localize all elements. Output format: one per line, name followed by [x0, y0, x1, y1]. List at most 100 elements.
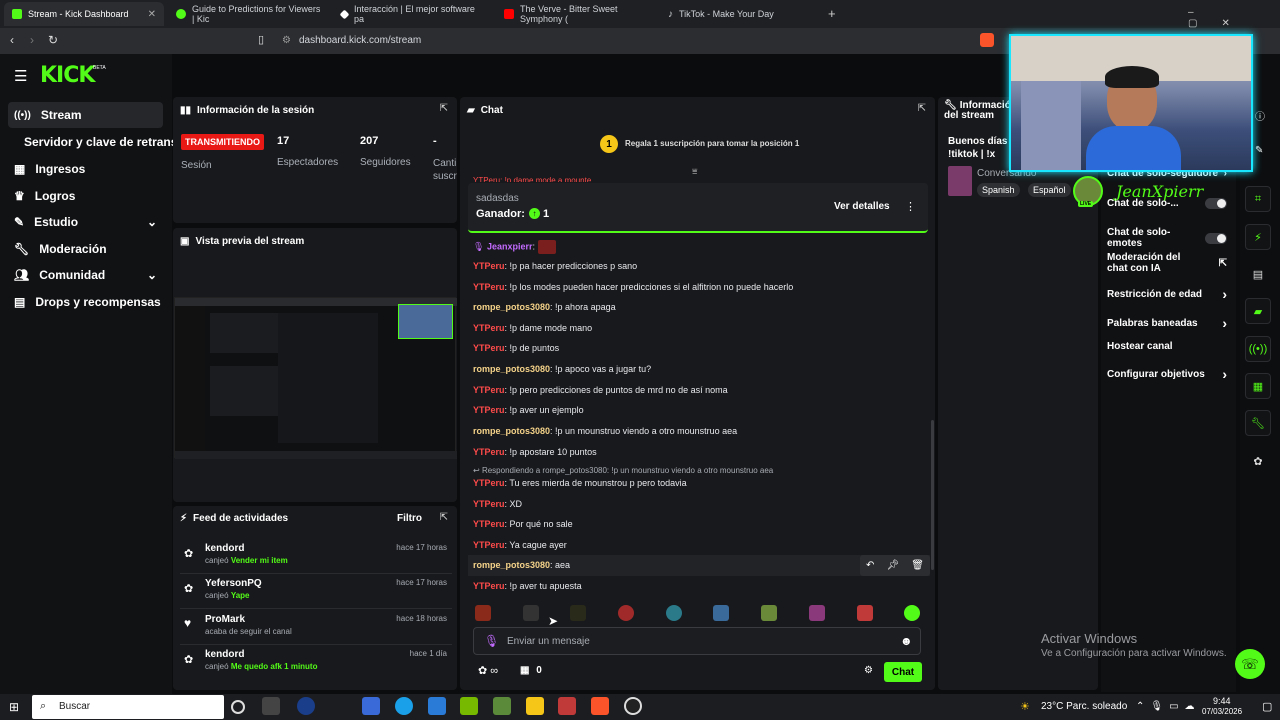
- task-view-icon[interactable]: [262, 697, 280, 715]
- app-icon[interactable]: [297, 697, 315, 715]
- cortana-icon[interactable]: [231, 700, 245, 714]
- tag-spanish[interactable]: Spanish: [977, 183, 1020, 197]
- sidebar-item-comunidad[interactable]: 👥︎ Comunidad ⌄: [8, 262, 163, 288]
- emote[interactable]: [475, 605, 491, 621]
- broadcast-icon[interactable]: ((•)): [1245, 336, 1271, 362]
- feed-user[interactable]: kendord: [205, 649, 244, 660]
- feed-user[interactable]: kendord: [205, 543, 244, 554]
- chat-username[interactable]: rompe_potos3080: [473, 560, 550, 570]
- document-icon[interactable]: ▤: [1245, 261, 1271, 287]
- toggle-switch[interactable]: [1205, 232, 1227, 244]
- chat-username[interactable]: YTPeru: [473, 581, 505, 591]
- bolt-icon[interactable]: ⚡︎: [1245, 224, 1271, 250]
- flower-icon[interactable]: ✿: [1245, 448, 1271, 474]
- popout-icon[interactable]: ⇱: [440, 512, 448, 523]
- sidebar-item-drops[interactable]: ▤ Drops y recompensas: [8, 289, 163, 315]
- emote[interactable]: [523, 605, 539, 621]
- pin-toggle-icon[interactable]: ⩸: [692, 166, 697, 177]
- nvidia-icon[interactable]: [460, 697, 478, 715]
- emote[interactable]: [857, 605, 873, 621]
- taskbar-search[interactable]: ⌕ Buscar: [32, 695, 224, 719]
- chat-username[interactable]: rompe_potos3080: [473, 426, 550, 436]
- tab-kick-dashboard[interactable]: Stream - Kick Dashboard ✕: [4, 2, 164, 26]
- close-icon[interactable]: ✕: [148, 9, 156, 20]
- bookmark-icon[interactable]: ▯: [258, 33, 264, 46]
- setting-banned-words[interactable]: Palabras baneadas ›: [1107, 315, 1227, 331]
- reload-icon[interactable]: ↻: [48, 33, 58, 47]
- tag-espanol[interactable]: Español: [1028, 183, 1071, 197]
- chat-username[interactable]: YTPeru: [473, 323, 505, 333]
- sidebar-item-moderacion[interactable]: 🔧︎ Moderación: [8, 236, 163, 262]
- settings-icon[interactable]: ⚙: [864, 665, 873, 676]
- emoji-icon[interactable]: ☻: [900, 634, 913, 648]
- weather-text[interactable]: 23°C Parc. soleado: [1041, 701, 1127, 712]
- obs-icon[interactable]: [624, 697, 642, 715]
- filter-button[interactable]: Filtro: [397, 513, 422, 524]
- points-display[interactable]: ✿ ∞: [478, 664, 498, 677]
- emote[interactable]: [618, 605, 634, 621]
- clock-date[interactable]: 07/03/2026: [1202, 707, 1242, 716]
- chat-username[interactable]: YTPeru: [473, 405, 505, 415]
- app-icon[interactable]: [558, 697, 576, 715]
- chat-username[interactable]: YTPeru: [473, 447, 505, 457]
- sidebar-item-stream[interactable]: ((•)) Stream: [8, 102, 163, 128]
- webcam-feed[interactable]: [1009, 34, 1253, 172]
- setting-host-channel[interactable]: Hostear canal: [1107, 341, 1227, 352]
- setting-age-restriction[interactable]: Restricción de edad ›: [1107, 286, 1227, 302]
- brave-icon[interactable]: [980, 33, 994, 47]
- site-info-icon[interactable]: ⚙: [282, 35, 291, 46]
- stream-title[interactable]: Buenos días !tiktok | !x: [948, 135, 1008, 161]
- notifications-icon[interactable]: ▢: [1262, 700, 1272, 713]
- tab-guide-predictions[interactable]: Guide to Predictions for Viewers | Kic: [168, 2, 330, 26]
- emote[interactable]: [809, 605, 825, 621]
- emote[interactable]: [904, 605, 920, 621]
- edit-icon[interactable]: ✎: [1255, 145, 1263, 156]
- sidebar-item-ingresos[interactable]: ▦ Ingresos: [8, 156, 163, 182]
- url-field[interactable]: ⚙ dashboard.kick.com/stream: [282, 32, 972, 49]
- tab-tiktok[interactable]: ♪ TikTok - Make Your Day: [660, 2, 820, 26]
- setting-emotes-only[interactable]: Chat de solo-emotes: [1107, 227, 1227, 249]
- menu-icon[interactable]: ☰: [14, 67, 27, 85]
- chat-username[interactable]: YTPeru: [473, 499, 505, 509]
- kick-logo[interactable]: KICK: [40, 63, 95, 88]
- stream-preview-video[interactable]: [174, 297, 457, 459]
- popout-icon[interactable]: ⇱: [440, 103, 448, 114]
- sidebar-item-server-key[interactable]: Servidor y clave de retransm: [18, 129, 188, 155]
- emote[interactable]: [570, 605, 586, 621]
- chat-username[interactable]: YTPeru: [473, 519, 505, 529]
- chat-username[interactable]: Jeanxpierr: [487, 241, 533, 251]
- info-icon[interactable]: ⓘ: [1255, 108, 1265, 123]
- pin-icon[interactable]: 📌︎: [886, 560, 899, 571]
- wrench-icon[interactable]: 🔧︎: [1245, 410, 1271, 436]
- send-chat-button[interactable]: Chat: [884, 662, 922, 682]
- more-options-icon[interactable]: ⋮: [905, 200, 916, 213]
- sidebar-item-estudio[interactable]: ✎ Estudio ⌄: [8, 209, 163, 235]
- toggle-switch[interactable]: [1205, 198, 1227, 209]
- app-icon[interactable]: [493, 697, 511, 715]
- category-thumbnail[interactable]: [948, 166, 972, 196]
- clock-time[interactable]: 9:44: [1213, 696, 1231, 706]
- tab-interaccion[interactable]: Interacción | El mejor software pa: [333, 2, 493, 26]
- chat-username[interactable]: YTPeru: [473, 261, 505, 271]
- chat-scrollbar[interactable]: [931, 420, 934, 570]
- chat-username[interactable]: rompe_potos3080: [473, 364, 550, 374]
- feed-user[interactable]: YefersonPQ: [205, 578, 262, 589]
- emote[interactable]: [666, 605, 682, 621]
- feed-user[interactable]: ProMark: [205, 614, 245, 625]
- chat-username[interactable]: YTPeru: [473, 540, 505, 550]
- back-icon[interactable]: ‹: [10, 33, 14, 47]
- gifts-display[interactable]: ▦ 0: [520, 665, 542, 676]
- new-tab-button[interactable]: +: [828, 6, 836, 21]
- forward-icon[interactable]: ›: [30, 33, 34, 47]
- chat-input[interactable]: 🎙︎ Enviar un mensaje ☻: [473, 627, 921, 655]
- edge-icon[interactable]: [395, 697, 413, 715]
- view-details-button[interactable]: Ver detalles: [834, 201, 890, 212]
- setting-ai-moderation[interactable]: Moderación del chat con IA ⇱: [1107, 252, 1227, 274]
- emote[interactable]: [713, 605, 729, 621]
- delete-icon[interactable]: 🗑︎: [911, 560, 924, 571]
- windows-start-icon[interactable]: ⊞: [9, 700, 19, 714]
- setting-goals[interactable]: Configurar objetivos ›: [1107, 366, 1227, 382]
- chat-username[interactable]: YTPeru: [473, 478, 505, 488]
- window-controls[interactable]: –▢✕: [1188, 7, 1280, 29]
- chat-username[interactable]: rompe_potos3080: [473, 302, 550, 312]
